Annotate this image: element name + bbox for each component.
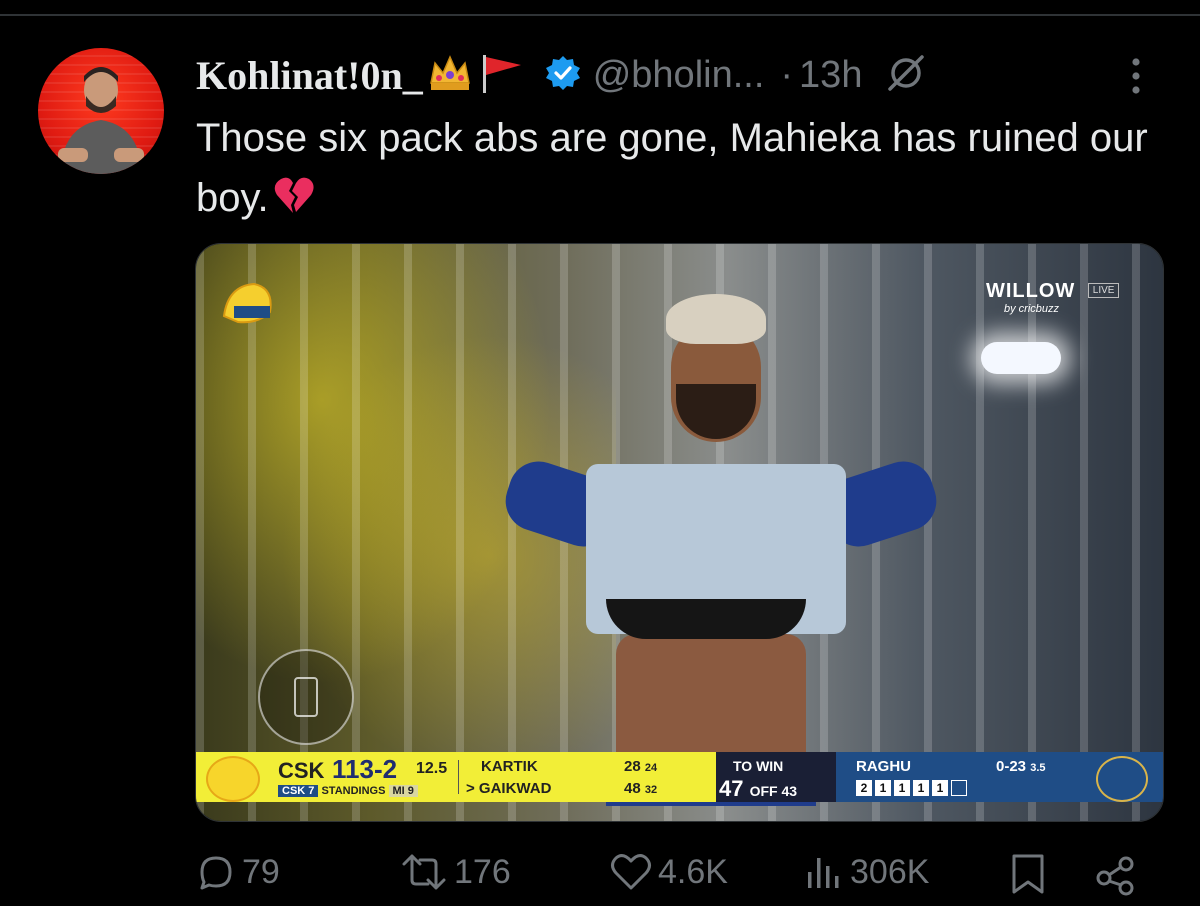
share-icon (1096, 856, 1134, 896)
bowler-figures-value: 0-23 (996, 758, 1027, 775)
grok-icon[interactable] (884, 51, 928, 100)
time-separator: · (780, 53, 794, 96)
batter1-balls: 24 (644, 762, 658, 774)
batter1-runs: 28 (624, 758, 641, 775)
runs-needed: 47 OFF 43 (719, 776, 797, 802)
tweet-body: Those six pack abs are gone, Mahieka has… (196, 116, 1148, 220)
chest-band (606, 599, 806, 639)
bowler-overs: 3.5 (1030, 762, 1046, 774)
crown-emoji-icon (427, 53, 473, 98)
divider (458, 760, 459, 794)
ball: 1 (932, 780, 948, 796)
standings-right: MI 9 (388, 785, 418, 797)
red-flag-emoji-icon (477, 53, 527, 98)
broken-heart-emoji-icon (273, 172, 315, 232)
team-name: CSK (278, 758, 325, 783)
more-options-icon[interactable] (1128, 54, 1144, 103)
stump-cam-overlay-icon (258, 649, 354, 745)
standings-left: CSK 7 (278, 785, 319, 797)
views-button[interactable]: 306K (804, 852, 929, 892)
like-button[interactable]: 4.6K (610, 852, 728, 892)
ball: 1 (913, 780, 929, 796)
bowler-figures: 0-23 3.5 (996, 758, 1046, 775)
tweet-header: Kohlinat!0n_ @bholin... · 13h (196, 50, 928, 100)
balls-remaining: OFF 43 (749, 783, 798, 799)
bookmark-button[interactable] (1010, 852, 1046, 896)
reply-icon (200, 856, 232, 890)
view-count: 306K (850, 852, 930, 891)
repost-icon (402, 854, 446, 890)
broadcaster-name: WILLOW (986, 280, 1076, 302)
scorebar: CSK 113-2 12.5 CSK 7 STANDINGS MI 9 KART… (196, 752, 1163, 802)
batter2-name: > GAIKWAD (466, 780, 552, 797)
runs-needed-value: 47 (719, 776, 744, 801)
heart-icon (611, 854, 651, 890)
display-name[interactable]: Kohlinat!0n_ (196, 52, 423, 99)
batter1-name: KARTIK (481, 758, 538, 775)
hair (666, 294, 766, 344)
bookmark-icon (1012, 854, 1044, 894)
reply-button[interactable]: 79 (196, 852, 280, 892)
ball-empty (951, 780, 967, 796)
avatar[interactable] (38, 48, 164, 174)
batter1-stats: 28 24 (624, 758, 657, 775)
team-score: 113-2 (332, 754, 398, 784)
batter2-balls: 32 (644, 784, 658, 796)
like-count: 4.6K (658, 852, 728, 891)
tweet-text: Those six pack abs are gone, Mahieka has… (196, 108, 1156, 232)
repost-count: 176 (454, 852, 511, 891)
broadcaster-watermark: WILLOW LIVE by cricbuzz (986, 280, 1120, 315)
top-divider (0, 14, 1200, 16)
views-bar-chart-icon (808, 858, 839, 888)
ball: 2 (856, 780, 872, 796)
over-balls: 2 1 1 1 1 (856, 780, 967, 796)
csk-badge-icon (206, 756, 260, 802)
to-win-label: TO WIN (733, 758, 784, 774)
share-button[interactable] (1094, 852, 1138, 896)
live-tag: LIVE (1087, 283, 1120, 298)
action-bar: 79 176 4.6K 306K (0, 850, 1200, 906)
person-silhouette-icon (58, 67, 144, 174)
batter2-runs: 48 (624, 780, 641, 797)
standings-label: STANDINGS (321, 785, 386, 797)
player-figure (496, 284, 945, 806)
floodlight (981, 342, 1061, 374)
standings: CSK 7 STANDINGS MI 9 (278, 785, 418, 797)
tweet-media[interactable]: WILLOW LIVE by cricbuzz CSK 113-2 12.5 C… (195, 243, 1164, 822)
mi-badge-icon (1096, 756, 1148, 802)
batter2-stats: 48 32 (624, 780, 657, 797)
reply-count: 79 (242, 852, 280, 891)
user-handle[interactable]: @bholin... (593, 54, 765, 97)
team-overs: 12.5 (416, 760, 448, 777)
tweet-time[interactable]: 13h (799, 54, 862, 97)
bowler-name: RAGHU (856, 758, 911, 775)
ball: 1 (894, 780, 910, 796)
repost-button[interactable]: 176 (400, 852, 511, 892)
verified-badge-icon[interactable] (545, 55, 581, 96)
csk-logo-icon (218, 276, 278, 328)
ball: 1 (875, 780, 891, 796)
broadcaster-sub: by cricbuzz (1004, 303, 1060, 315)
